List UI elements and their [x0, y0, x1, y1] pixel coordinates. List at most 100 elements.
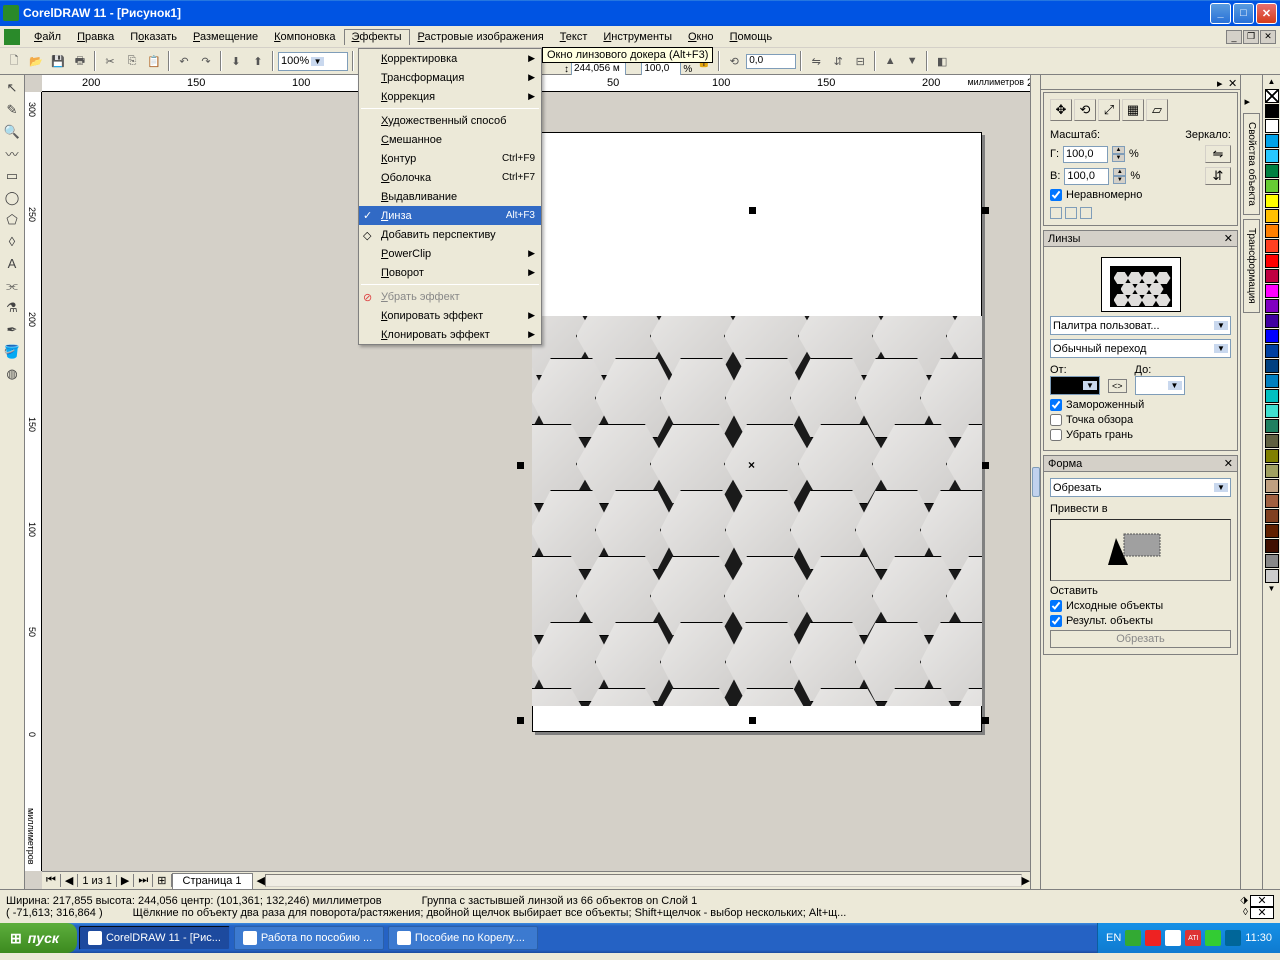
menu-item[interactable]: Художественный способ: [359, 111, 541, 130]
shape-tool[interactable]: ✎: [2, 99, 23, 120]
zoom-combo[interactable]: 100%▼: [278, 52, 348, 71]
color-swatch[interactable]: [1265, 539, 1279, 553]
paste-icon[interactable]: 📋: [144, 51, 164, 71]
color-swatch[interactable]: [1265, 434, 1279, 448]
h-scrollbar[interactable]: ◀▶: [257, 874, 1030, 887]
first-page[interactable]: ⏮: [42, 874, 61, 887]
menu-размещение[interactable]: Размещение: [185, 29, 266, 45]
scale-icon[interactable]: ⤢: [1098, 99, 1120, 121]
selection-handle[interactable]: [517, 462, 524, 469]
menu-помощь[interactable]: Помощь: [722, 29, 781, 45]
color-swatch[interactable]: [1265, 179, 1279, 193]
polygon-tool[interactable]: ⬠: [2, 209, 23, 230]
color-swatch[interactable]: [1265, 194, 1279, 208]
freehand-tool[interactable]: 〰: [2, 143, 23, 164]
mdi-restore[interactable]: ❐: [1243, 30, 1259, 44]
menu-item[interactable]: ✓ЛинзаAlt+F3: [359, 206, 541, 225]
tray-icon[interactable]: [1205, 930, 1221, 946]
import-icon[interactable]: ⬇: [226, 51, 246, 71]
redo-icon[interactable]: ↷: [196, 51, 216, 71]
selection-handle[interactable]: [982, 717, 989, 724]
eyedropper-tool[interactable]: ⚗: [2, 297, 23, 318]
wrap-icon[interactable]: ◧: [932, 51, 952, 71]
language-indicator[interactable]: EN: [1106, 932, 1121, 944]
selection-handle[interactable]: [982, 207, 989, 214]
outline-swatch[interactable]: ✕: [1250, 907, 1274, 919]
copy-icon[interactable]: ⎘: [122, 51, 142, 71]
text-tool[interactable]: A: [2, 253, 23, 274]
clock[interactable]: 11:30: [1245, 932, 1272, 944]
mirror-v-icon[interactable]: ⇵: [828, 51, 848, 71]
close-button[interactable]: ✕: [1256, 3, 1277, 24]
fill-tool[interactable]: 🪣: [2, 341, 23, 362]
ellipse-tool[interactable]: ◯: [2, 187, 23, 208]
color-swatch[interactable]: [1265, 269, 1279, 283]
menu-правка[interactable]: Правка: [69, 29, 122, 45]
mirror-v-button[interactable]: ⇵: [1205, 167, 1231, 185]
menu-инструменты[interactable]: Инструменты: [595, 29, 680, 45]
color-swatch[interactable]: [1265, 224, 1279, 238]
color-swatch[interactable]: [1265, 209, 1279, 223]
removeface-checkbox[interactable]: [1050, 429, 1062, 441]
scale-h-input[interactable]: 100,0: [1063, 146, 1108, 163]
scale-v-input[interactable]: 100,0: [1064, 168, 1109, 185]
mdi-close[interactable]: ✕: [1260, 30, 1276, 44]
trim-button[interactable]: Обрезать: [1050, 630, 1231, 648]
basic-shapes-tool[interactable]: ◊: [2, 231, 23, 252]
anchor-tc[interactable]: [1065, 207, 1077, 219]
anchor-tl[interactable]: [1050, 207, 1062, 219]
anchor-tr[interactable]: [1080, 207, 1092, 219]
tray-icon[interactable]: [1145, 930, 1161, 946]
palette-up[interactable]: ▲: [1268, 77, 1276, 89]
mirror-h-icon[interactable]: ⇋: [806, 51, 826, 71]
palette-down[interactable]: ▼: [1268, 584, 1276, 593]
color-swatch[interactable]: [1265, 509, 1279, 523]
selection-handle[interactable]: [749, 207, 756, 214]
mirror-h-button[interactable]: ⇋: [1205, 145, 1231, 163]
artwork[interactable]: [532, 316, 982, 706]
minimize-button[interactable]: _: [1210, 3, 1231, 24]
color-swatch[interactable]: [1265, 254, 1279, 268]
pick-tool[interactable]: ↖: [2, 77, 23, 98]
cut-icon[interactable]: ✂: [100, 51, 120, 71]
selection-handle[interactable]: [982, 462, 989, 469]
color-swatch[interactable]: [1265, 554, 1279, 568]
skew-icon[interactable]: ▱: [1146, 99, 1168, 121]
color-swatch[interactable]: [1265, 524, 1279, 538]
menu-item[interactable]: Смешанное: [359, 130, 541, 149]
start-button[interactable]: пуск: [0, 923, 77, 953]
taskbar-task[interactable]: Пособие по Корелу....: [388, 926, 538, 950]
menu-item[interactable]: Коррекция▶: [359, 87, 541, 106]
color-swatch[interactable]: [1265, 359, 1279, 373]
close-docker-icon[interactable]: ✕: [1224, 457, 1233, 470]
prev-page[interactable]: ◀: [61, 874, 78, 887]
menu-файл[interactable]: Файл: [26, 29, 69, 45]
color-swatch[interactable]: [1265, 119, 1279, 133]
to-front-icon[interactable]: ▲: [880, 51, 900, 71]
viewpoint-checkbox[interactable]: [1050, 414, 1062, 426]
page-tab[interactable]: Страница 1: [172, 873, 253, 889]
color-swatch[interactable]: [1265, 374, 1279, 388]
result-checkbox[interactable]: [1050, 615, 1062, 627]
save-icon[interactable]: 💾: [48, 51, 68, 71]
tray-icon[interactable]: [1165, 930, 1181, 946]
color-swatch[interactable]: [1265, 479, 1279, 493]
menu-окно[interactable]: Окно: [680, 29, 722, 45]
open-icon[interactable]: 📂: [26, 51, 46, 71]
frozen-checkbox[interactable]: [1050, 399, 1062, 411]
close-docker-icon[interactable]: ✕: [1224, 232, 1233, 245]
selection-center[interactable]: ×: [748, 458, 755, 472]
rotate-icon[interactable]: ⟲: [1074, 99, 1096, 121]
doc-icon[interactable]: [4, 29, 20, 45]
mdi-minimize[interactable]: _: [1226, 30, 1242, 44]
menu-item[interactable]: PowerClip▶: [359, 244, 541, 263]
interactive-fill-tool[interactable]: ◍: [2, 363, 23, 384]
vertical-ruler[interactable]: миллиметров 300250200150100500: [25, 92, 42, 871]
last-page[interactable]: ⏭: [134, 874, 153, 887]
menu-текст[interactable]: Текст: [552, 29, 596, 45]
lens-mode-select[interactable]: Обычный переход▼: [1050, 339, 1231, 358]
rotate-icon[interactable]: ⟲: [724, 51, 744, 71]
no-color-swatch[interactable]: [1265, 89, 1279, 103]
transform-tab[interactable]: Трансформация: [1243, 219, 1260, 313]
tray-icon[interactable]: [1125, 930, 1141, 946]
